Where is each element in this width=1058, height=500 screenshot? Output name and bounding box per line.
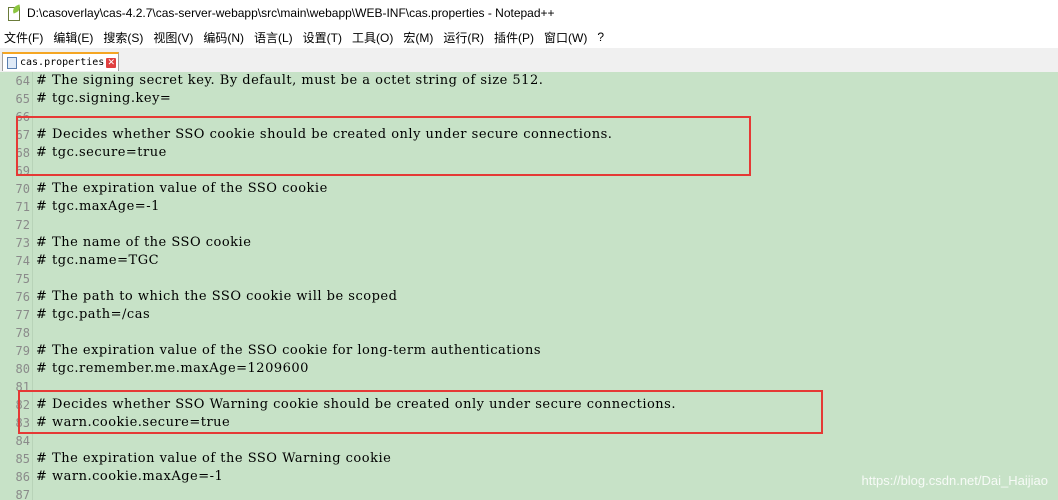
line-text: # tgc.maxAge=-1: [36, 199, 160, 214]
watermark-text: https://blog.csdn.net/Dai_Haijiao: [861, 473, 1048, 488]
code-line: 64 # The signing secret key. By default,…: [0, 72, 1058, 90]
line-number: 65: [15, 92, 30, 106]
code-line: 69: [0, 162, 1058, 180]
line-text: # Decides whether SSO cookie should be c…: [36, 127, 613, 142]
menu-run[interactable]: 运行(R): [438, 29, 489, 46]
menu-window[interactable]: 窗口(W): [539, 29, 592, 46]
code-line: 70 # The expiration value of the SSO coo…: [0, 180, 1058, 198]
code-line: 81: [0, 378, 1058, 396]
line-number: 81: [15, 380, 30, 394]
menu-plugins[interactable]: 插件(P): [489, 29, 539, 46]
line-text: # The expiration value of the SSO cookie: [36, 181, 328, 196]
code-line: 68 # tgc.secure=true: [0, 144, 1058, 162]
menu-settings[interactable]: 设置(T): [298, 29, 347, 46]
line-text: # warn.cookie.secure=true: [36, 415, 231, 430]
menu-help[interactable]: ?: [592, 30, 609, 44]
code-line: 66: [0, 108, 1058, 126]
menu-search[interactable]: 搜索(S): [98, 29, 148, 46]
code-line: 74 # tgc.name=TGC: [0, 252, 1058, 270]
line-number: 72: [15, 218, 30, 232]
menu-tools[interactable]: 工具(O): [347, 29, 398, 46]
line-number: 76: [15, 290, 30, 304]
code-line: 85 # The expiration value of the SSO War…: [0, 450, 1058, 468]
tab-label: cas.properties: [20, 57, 105, 68]
notepadpp-app-icon: [7, 4, 22, 21]
line-text: # The signing secret key. By default, mu…: [36, 73, 544, 88]
code-line: 83 # warn.cookie.secure=true: [0, 414, 1058, 432]
menu-macro[interactable]: 宏(M): [398, 29, 438, 46]
code-line: 80 # tgc.remember.me.maxAge=1209600: [0, 360, 1058, 378]
line-text: # Decides whether SSO Warning cookie sho…: [36, 397, 676, 412]
line-number: 82: [15, 398, 30, 412]
menu-view[interactable]: 视图(V): [148, 29, 198, 46]
line-text: # tgc.signing.key=: [36, 91, 172, 106]
tab-cas-properties[interactable]: cas.properties ✕: [2, 52, 119, 71]
line-number: 79: [15, 344, 30, 358]
code-line: 84: [0, 432, 1058, 450]
code-line: 79 # The expiration value of the SSO coo…: [0, 342, 1058, 360]
code-line: 82 # Decides whether SSO Warning cookie …: [0, 396, 1058, 414]
tab-bar: cas.properties ✕: [0, 48, 1058, 73]
code-line: 71 # tgc.maxAge=-1: [0, 198, 1058, 216]
code-line: 67 # Decides whether SSO cookie should b…: [0, 126, 1058, 144]
menu-edit[interactable]: 编辑(E): [48, 29, 98, 46]
line-text: # The path to which the SSO cookie will …: [36, 289, 398, 304]
line-number: 78: [15, 326, 30, 340]
code-line: 73 # The name of the SSO cookie: [0, 234, 1058, 252]
line-number: 77: [15, 308, 30, 322]
line-number: 73: [15, 236, 30, 250]
line-number: 75: [15, 272, 30, 286]
editor-area[interactable]: 64 # The signing secret key. By default,…: [0, 72, 1058, 500]
line-number: 70: [15, 182, 30, 196]
menu-encoding[interactable]: 编码(N): [198, 29, 249, 46]
line-number: 85: [15, 452, 30, 466]
code-line: 75: [0, 270, 1058, 288]
line-number: 74: [15, 254, 30, 268]
menu-bar: 文件(F) 编辑(E) 搜索(S) 视图(V) 编码(N) 语言(L) 设置(T…: [0, 26, 1058, 48]
line-text: # tgc.remember.me.maxAge=1209600: [36, 361, 309, 376]
line-number: 84: [15, 434, 30, 448]
line-number: 64: [15, 74, 30, 88]
line-text: # The expiration value of the SSO cookie…: [36, 343, 541, 358]
menu-file[interactable]: 文件(F): [0, 29, 48, 46]
title-bar: D:\casoverlay\cas-4.2.7\cas-server-webap…: [0, 0, 1058, 26]
line-number: 86: [15, 470, 30, 484]
line-text: # tgc.secure=true: [36, 145, 167, 160]
line-number: 69: [15, 164, 30, 178]
line-number: 83: [15, 416, 30, 430]
line-number: 87: [15, 488, 30, 500]
line-number: 71: [15, 200, 30, 214]
line-number: 66: [15, 110, 30, 124]
line-text: # The name of the SSO cookie: [36, 235, 252, 250]
line-number: 67: [15, 128, 30, 142]
line-number: 80: [15, 362, 30, 376]
line-text: # warn.cookie.maxAge=-1: [36, 469, 224, 484]
line-text: # The expiration value of the SSO Warnin…: [36, 451, 392, 466]
window-title: D:\casoverlay\cas-4.2.7\cas-server-webap…: [27, 6, 555, 20]
code-line: 77 # tgc.path=/cas: [0, 306, 1058, 324]
file-icon: [7, 56, 17, 69]
close-icon[interactable]: ✕: [106, 57, 117, 68]
code-line: 65 # tgc.signing.key=: [0, 90, 1058, 108]
code-line: 72: [0, 216, 1058, 234]
line-text: # tgc.name=TGC: [36, 253, 160, 268]
line-number: 68: [15, 146, 30, 160]
code-line: 87: [0, 486, 1058, 500]
menu-language[interactable]: 语言(L): [249, 29, 298, 46]
code-line: 78: [0, 324, 1058, 342]
line-text: # tgc.path=/cas: [36, 307, 151, 322]
code-line: 76 # The path to which the SSO cookie wi…: [0, 288, 1058, 306]
